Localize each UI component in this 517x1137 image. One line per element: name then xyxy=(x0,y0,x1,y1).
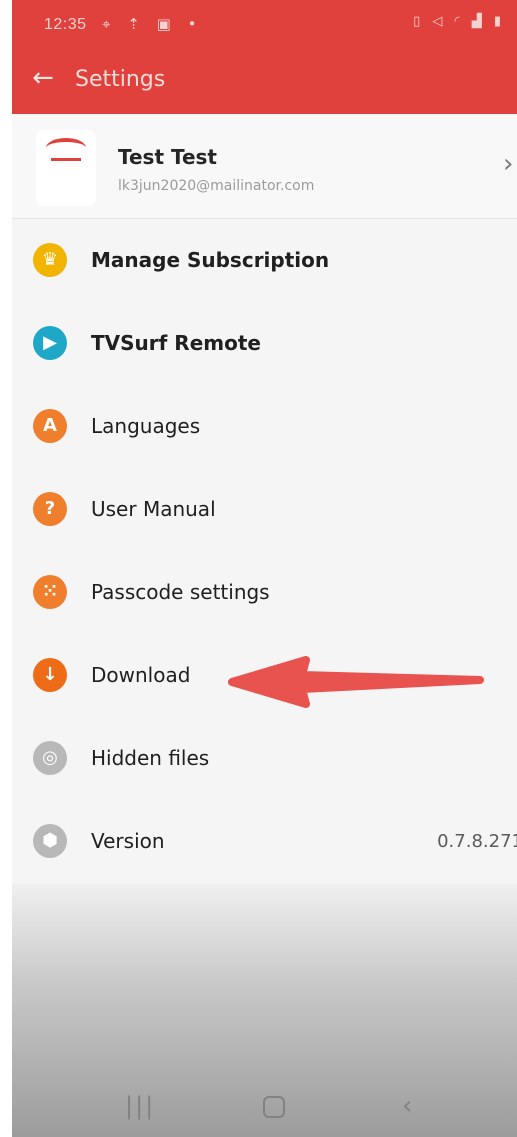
menu-item-label: TVSurf Remote xyxy=(91,331,261,355)
menu-item-label: Version xyxy=(91,829,165,853)
manual-icon: ? xyxy=(33,492,67,526)
status-bar: 12:35 ⌖ ⇡ ▣ • ▯ ◁ ◜ ▟ ▮ xyxy=(12,8,517,44)
avatar xyxy=(36,130,96,206)
profile-row[interactable]: Test Test lk3jun2020@mailinator.com › xyxy=(12,114,517,219)
battery-icon: ▮ xyxy=(493,14,505,29)
menu-item-version[interactable]: ⬢ Version 0.7.8.271 xyxy=(12,800,517,883)
menu-item-label: Manage Subscription xyxy=(91,248,330,272)
phone-screen: 12:35 ⌖ ⇡ ▣ • ▯ ◁ ◜ ▟ ▮ ← Settings Test … xyxy=(12,0,517,1137)
toolbar: ← Settings xyxy=(12,48,517,114)
menu-item-tvsurf-remote[interactable]: ▶ TVSurf Remote xyxy=(12,302,517,386)
back-icon[interactable]: ‹ xyxy=(402,1091,412,1121)
recent-apps-icon[interactable]: ||| xyxy=(125,1092,155,1120)
navigation-bar: ||| ‹ xyxy=(12,1077,517,1137)
image-icon: ▣ xyxy=(156,15,177,33)
hidden-eye-icon: ◎ xyxy=(33,741,67,775)
page-title: Settings xyxy=(75,67,166,92)
menu-item-hidden-files[interactable]: ◎ Hidden files xyxy=(12,717,517,801)
version-value: 0.7.8.271 xyxy=(437,831,517,852)
wifi-icon: ◜ xyxy=(454,14,464,29)
signal-icon: ▟ xyxy=(471,14,486,29)
vibrate-icon: ▯ xyxy=(413,14,425,29)
wifi-icon: ⇡ xyxy=(127,15,146,33)
menu-item-label: Languages xyxy=(91,414,201,438)
menu-item-label: Passcode settings xyxy=(91,580,270,604)
menu-item-user-manual[interactable]: ? User Manual xyxy=(12,468,517,552)
annotation-arrow xyxy=(228,656,484,708)
menu-item-manage-subscription[interactable]: ♛ Manage Subscription xyxy=(12,219,517,303)
status-time: 12:35 xyxy=(44,16,87,33)
app-header: 12:35 ⌖ ⇡ ▣ • ▯ ◁ ◜ ▟ ▮ ← Settings xyxy=(12,0,517,114)
chevron-right-icon: › xyxy=(503,149,514,179)
passcode-icon: ⁙ xyxy=(33,575,67,609)
status-right-icons: ▯ ◁ ◜ ▟ ▮ xyxy=(413,14,505,29)
menu-item-label: Hidden files xyxy=(91,746,210,770)
menu-item-languages[interactable]: A Languages xyxy=(12,385,517,469)
back-arrow-icon[interactable]: ← xyxy=(26,61,60,95)
mute-icon: ◁ xyxy=(432,14,447,29)
dot-icon: • xyxy=(187,15,203,33)
tv-play-icon: ▶ xyxy=(33,326,67,360)
menu-item-passcode-settings[interactable]: ⁙ Passcode settings xyxy=(12,551,517,635)
profile-name: Test Test xyxy=(118,145,217,169)
crown-icon: ♛ xyxy=(33,243,67,277)
menu-item-label: Download xyxy=(91,663,191,687)
language-icon: A xyxy=(33,409,67,443)
profile-email: lk3jun2020@mailinator.com xyxy=(118,178,315,194)
menu-item-label: User Manual xyxy=(91,497,216,521)
download-icon: ↓ xyxy=(33,658,67,692)
home-icon[interactable] xyxy=(263,1096,285,1118)
location-icon: ⌖ xyxy=(102,15,117,33)
status-left-icons: ⌖ ⇡ ▣ • xyxy=(102,15,202,33)
version-icon: ⬢ xyxy=(33,824,67,858)
